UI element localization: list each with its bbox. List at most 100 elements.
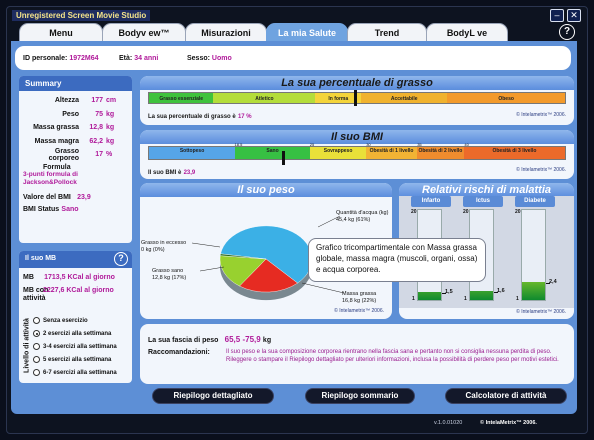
bmi-segment: Obesità di 3 livello	[463, 147, 565, 159]
fat-scale-bar: Grasso essenziale Atletico In forma Accetta…	[148, 92, 566, 104]
weight-range-unit: kg	[262, 337, 272, 344]
summary-row-label: Massa grassa	[33, 124, 79, 132]
risks-title: Relativi rischi di malattia	[399, 183, 574, 197]
activity-option-label: 2 esercizi alla settimana	[43, 330, 112, 337]
bmi-segment: Obesità di 1 livello	[366, 147, 417, 159]
summary-title: Summary	[19, 76, 132, 91]
detailed-summary-button[interactable]: Riepilogo dettagliato	[152, 388, 274, 404]
id-label: ID personale:	[23, 55, 68, 62]
minimize-button[interactable]: –	[550, 9, 564, 22]
radio-button[interactable]	[33, 369, 40, 376]
help-icon[interactable]: ?	[559, 24, 575, 40]
risk-gauge-tick	[442, 292, 446, 294]
summary-panel: Summary Altezza 177 cm Peso 75 kg Massa grassa…	[19, 76, 132, 243]
mb-help-icon[interactable]: ?	[114, 252, 128, 266]
risk-gauge	[521, 209, 546, 301]
summary-row-label: Massa magra	[34, 137, 79, 145]
fat-segment: Obeso	[447, 93, 565, 103]
activity-calculator-button[interactable]: Calcolatore di attività	[445, 388, 567, 404]
bmi-result-value: 23,9	[183, 170, 196, 176]
risk-gauge-max: 20	[515, 209, 521, 215]
tab-trend[interactable]: Trend	[347, 23, 427, 42]
activity-option[interactable]: 5 esercizi alla settimana	[33, 353, 129, 366]
age-unit: anni	[143, 55, 159, 62]
bmi-tick-label: 18.5	[234, 142, 243, 147]
fat-panel: La sua percentuale di grasso Grasso esse…	[140, 76, 574, 125]
sex-label: Sesso:	[187, 55, 210, 62]
risk-gauge-max: 20	[463, 209, 469, 215]
risk-gauge-tick	[546, 282, 550, 284]
pie-label-fat-mass: Massa grassa	[342, 291, 377, 297]
summary-row-label: Altezza	[54, 97, 79, 105]
tab-bodyview[interactable]: Bodyv ew™	[102, 23, 186, 42]
summary-row: Massa magra 62,2 kg	[23, 135, 128, 149]
risk-gauge-marker: 2,4	[549, 278, 557, 285]
bmi-tick-label: 35	[417, 142, 422, 147]
risk-gauge-max: 20	[411, 209, 417, 215]
pie-label-water: Quantità d'acqua (kg)	[336, 210, 389, 216]
summary-row-unit: kg	[106, 124, 115, 132]
risk-gauge-min: 1	[412, 296, 415, 302]
close-button[interactable]: ✕	[567, 9, 581, 22]
bmi-segment: Obesità di 2 livello	[416, 147, 464, 159]
summary-row: Altezza 177 cm	[23, 94, 128, 108]
sex-value: Uomo	[211, 55, 232, 62]
tab-menu[interactable]: Menu	[19, 23, 103, 42]
activity-option[interactable]: 6-7 esercizi alla settimana	[33, 366, 129, 379]
fat-segment: Grasso essenziale	[149, 93, 214, 103]
tab-la-mia-salute[interactable]: La mia Salute	[266, 23, 348, 42]
activity-option[interactable]: 2 esercizi alla settimana	[33, 327, 129, 340]
bmi-title: Il suo BMI	[140, 130, 574, 144]
bmi-marker	[282, 151, 285, 165]
pie-value-excess: 0 kg (0%)	[141, 247, 165, 253]
mb-title: Il suo MB	[25, 255, 57, 262]
tab-misurazioni[interactable]: Misurazioni	[185, 23, 267, 42]
brief-summary-button[interactable]: Riepilogo sommario	[305, 388, 415, 404]
summary-row-value: 177	[91, 97, 103, 105]
pie-label-excess: Grasso in eccesso	[141, 240, 187, 246]
fat-result-label: La sua percentuale di grasso è	[148, 114, 236, 120]
radio-button[interactable]	[33, 330, 40, 337]
summary-row-label: Peso	[62, 110, 79, 118]
recommendation-text: Il suo peso e la sua composizione corpor…	[226, 349, 559, 363]
radio-button[interactable]	[33, 356, 40, 363]
fat-segment: Accettabile	[361, 93, 448, 103]
radio-button[interactable]	[33, 343, 40, 350]
risk-gauge-marker: 1,5	[445, 288, 453, 295]
fat-result-value: 17 %	[237, 114, 252, 120]
risk-gauge-title: Infarto	[411, 196, 451, 207]
weight-copyright: © Intelametrix™ 2006.	[334, 308, 384, 314]
summary-row-label: Grasso corporeo	[48, 147, 79, 162]
window-title: Unregistered Screen Movie Studio	[12, 10, 151, 21]
bmi-value: 23,9	[77, 193, 91, 201]
activity-option[interactable]: 3-4 esercizi alla settimana	[33, 340, 129, 353]
formula-value: 3-punti formula di Jackson&Pollock	[23, 170, 78, 186]
activity-option[interactable]: Senza esercizio	[33, 314, 129, 327]
pie-value-water: 45,4 kg (61%)	[336, 217, 371, 223]
risk-gauge-min: 1	[516, 296, 519, 302]
bmi-segment: Sottopeso	[149, 147, 236, 159]
activity-level-label: Livello di attività	[23, 318, 31, 373]
mb-panel: Il suo MB ? MB 1713,5 KCal al giorno MB …	[19, 251, 132, 383]
tab-bodylive[interactable]: BodyL ve	[426, 23, 508, 42]
bmi-tick-label: 40	[464, 142, 469, 147]
age-label: Età:	[119, 55, 133, 62]
bmi-result-label: Il suo BMI è	[148, 170, 182, 176]
footer-brand: © IntelaMetrix™ 2006.	[480, 420, 537, 426]
id-value: 1972M64	[69, 55, 99, 62]
bmi-status-value: Sano	[61, 205, 79, 213]
bmi-value-label: Valore del BMI	[23, 193, 71, 201]
profile-bar: ID personale: 1972M64 Età: 34 anni Sesso…	[15, 46, 571, 70]
radio-button[interactable]	[33, 317, 40, 324]
activity-option-label: 3-4 esercizi alla settimana	[43, 343, 117, 350]
summary-row-value: 62,2	[89, 137, 103, 145]
age-value: 34	[134, 55, 142, 62]
summary-row: Massa grassa 12,8 kg	[23, 121, 128, 135]
risk-gauge-empty	[522, 210, 545, 282]
bmi-scale-bar: Sottopeso Sano Sovrappeso Obesità di 1 live…	[148, 146, 566, 160]
bmi-segment: Sano	[235, 147, 310, 159]
summary-row-value: 12,8	[89, 124, 103, 132]
pie-leader-line	[191, 242, 221, 248]
fat-copyright: © Intelametrix™ 2006.	[516, 112, 566, 118]
summary-row: Grasso corporeo 17%	[23, 148, 128, 162]
